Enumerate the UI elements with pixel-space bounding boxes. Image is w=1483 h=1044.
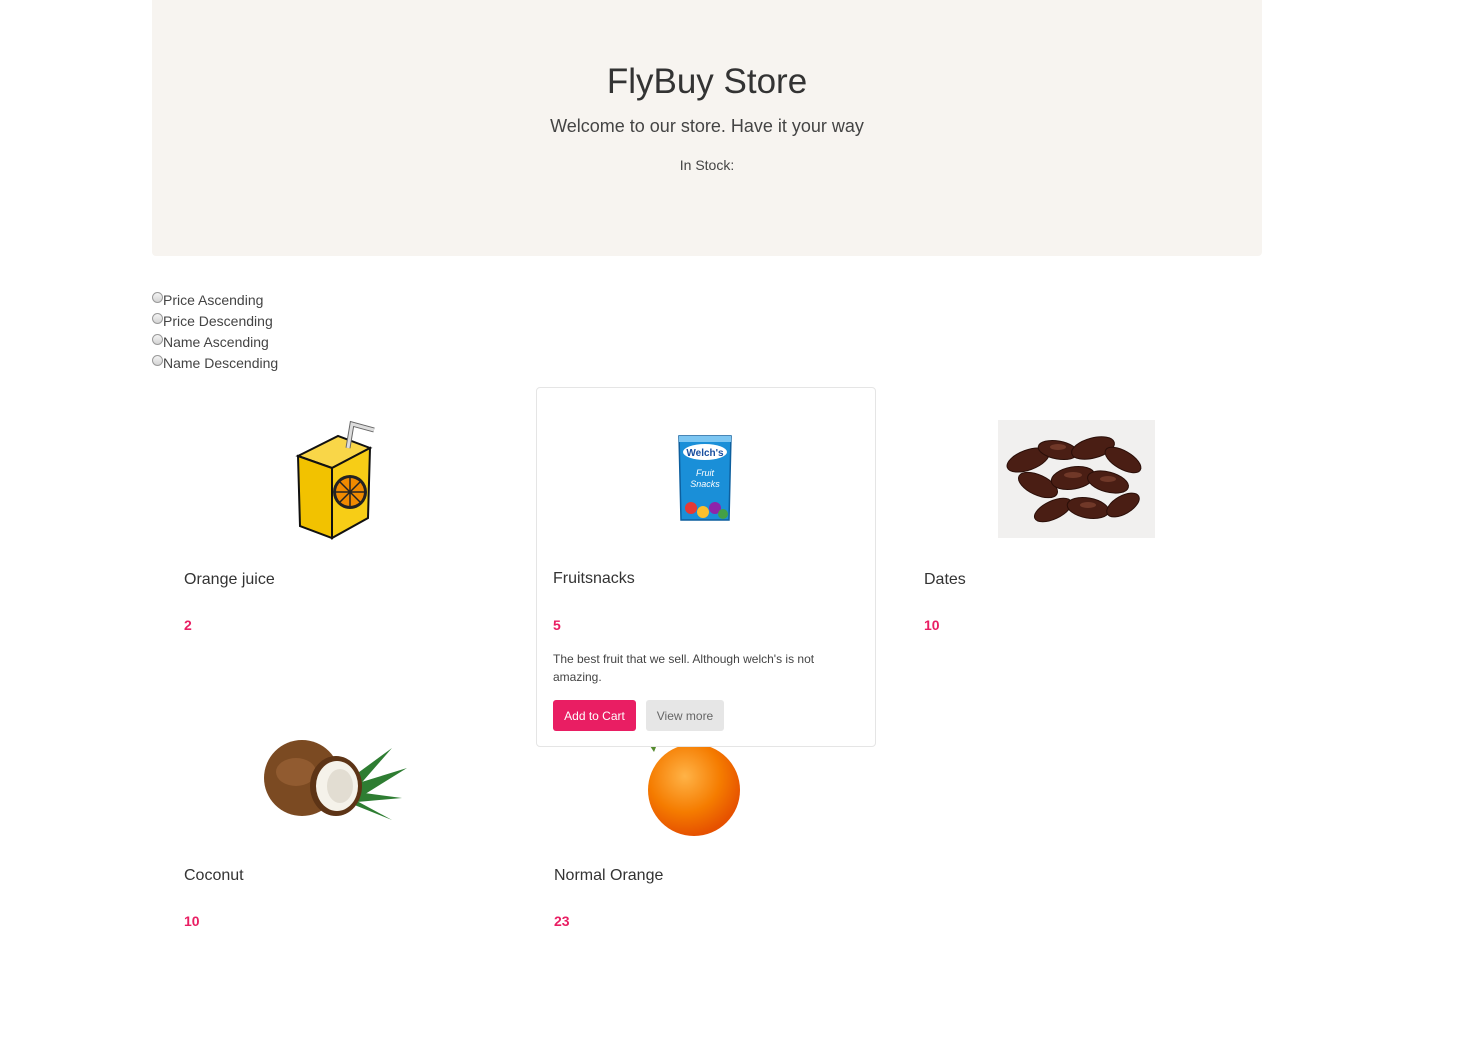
sort-option-label: Price Ascending (163, 291, 264, 308)
store-tagline: Welcome to our store. Have it your way (550, 116, 864, 136)
radio-button[interactable] (152, 313, 163, 324)
store-header: FlyBuy Store Welcome to our store. Have … (152, 0, 1262, 256)
product-name[interactable]: Coconut (184, 867, 244, 885)
product-name[interactable]: Dates (924, 571, 966, 589)
add-to-cart-button[interactable]: Add to Cart (553, 700, 636, 731)
in-stock-label: In Stock: (679, 157, 735, 173)
svg-text:Snacks: Snacks (690, 479, 720, 489)
dates-image (998, 420, 1155, 538)
product-price: 10 (924, 617, 940, 633)
svg-text:Welch's: Welch's (686, 448, 724, 459)
juice-box-image (295, 420, 375, 540)
product-price: 5 (553, 617, 561, 633)
sort-options: Price Ascending Price Descending Name As… (152, 289, 278, 373)
sort-option-label: Price Descending (163, 312, 273, 329)
svg-text:Fruit: Fruit (696, 468, 714, 478)
product-name[interactable]: Normal Orange (554, 867, 663, 885)
fruit-snacks-image: Welch's Fruit Snacks (678, 435, 732, 521)
product-name[interactable]: Fruitsnacks (553, 570, 635, 588)
radio-button[interactable] (152, 355, 163, 366)
sort-option-price-descending[interactable]: Price Descending (152, 310, 278, 331)
sort-option-name-descending[interactable]: Name Descending (152, 352, 278, 373)
radio-button[interactable] (152, 334, 163, 345)
product-price: 10 (184, 913, 200, 929)
product-card[interactable]: Welch's Fruit Snacks Fruitsnacks 5 The b… (536, 387, 876, 747)
sort-option-label: Name Ascending (163, 333, 269, 350)
sort-option-name-ascending[interactable]: Name Ascending (152, 331, 278, 352)
coconut-image (264, 740, 407, 820)
sort-option-price-ascending[interactable]: Price Ascending (152, 289, 278, 310)
product-description: The best fruit that we sell. Although we… (553, 652, 815, 684)
product-price: 2 (184, 617, 192, 633)
radio-button[interactable] (152, 292, 163, 303)
product-price: 23 (554, 913, 570, 929)
view-more-button[interactable]: View more (646, 700, 724, 731)
page-title: FlyBuy Store (606, 62, 808, 101)
orange-image (648, 742, 740, 836)
product-card[interactable]: Coconut 10 (152, 684, 492, 1044)
product-card[interactable]: Dates 10 (892, 388, 1232, 748)
sort-option-label: Name Descending (163, 354, 279, 371)
product-name[interactable]: Orange juice (184, 571, 275, 589)
